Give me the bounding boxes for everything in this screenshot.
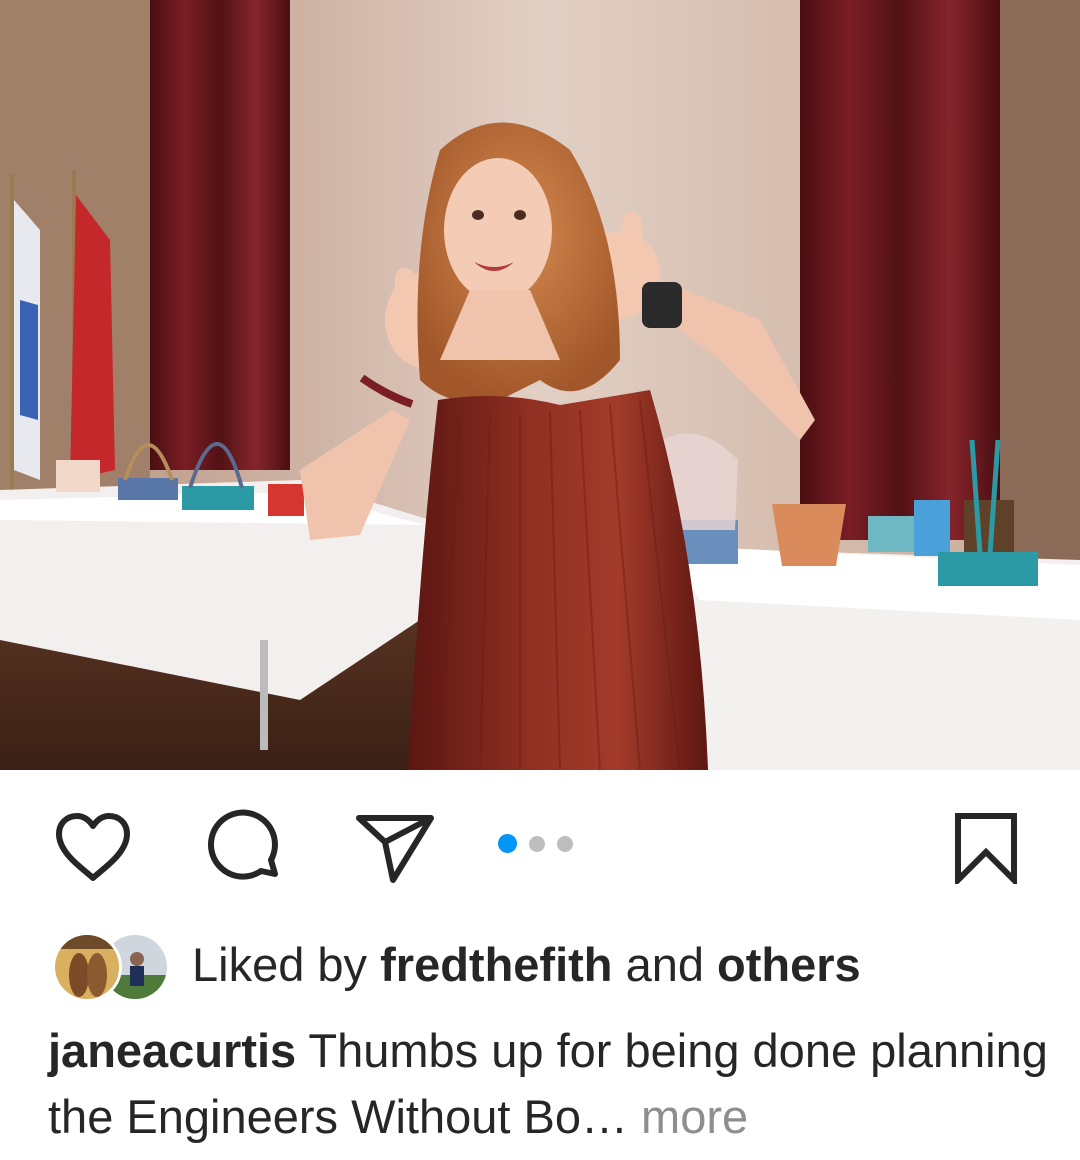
likes-text: Liked by fredthefith and others [192,937,861,993]
heart-icon [56,813,130,881]
comment-icon [207,809,278,880]
save-button[interactable] [944,806,1028,890]
avatar [52,932,122,1002]
post-caption: janeacurtis Thumbs up for being done pla… [48,1018,1048,1150]
post-action-bar [0,770,1080,920]
liker-avatars [52,932,170,1002]
bookmark-icon [955,813,1017,884]
likes-conjunction: and [625,938,704,991]
paper-plane-icon [356,815,434,883]
likes-summary[interactable]: Liked by fredthefith and others [52,930,861,1002]
share-button[interactable] [350,808,440,888]
likes-others[interactable]: others [717,938,861,991]
caption-username[interactable]: janeacurtis [48,1024,296,1077]
carousel-dot [529,835,545,852]
caption-more-link[interactable]: more [641,1090,748,1143]
liker-username[interactable]: fredthefith [380,938,612,991]
post-photo [0,0,1080,770]
post-image[interactable] [0,0,1080,770]
like-button[interactable] [48,808,138,888]
likes-prefix: Liked by [192,938,368,991]
carousel-indicator [498,834,573,853]
comment-button[interactable] [200,806,290,890]
carousel-dot [557,835,573,852]
carousel-dot [498,834,517,853]
